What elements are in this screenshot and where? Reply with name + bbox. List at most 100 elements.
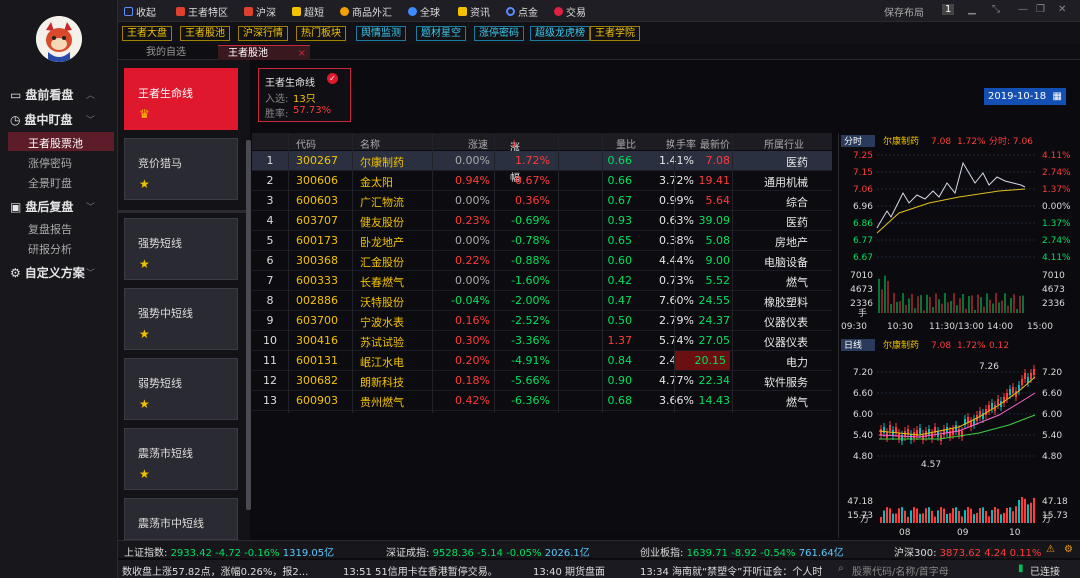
btn-theme-stars[interactable]: 题材星空 bbox=[416, 26, 466, 41]
layout-number[interactable]: 1 bbox=[942, 4, 955, 15]
cell-ind: 燃气 bbox=[786, 276, 808, 289]
gear-icon[interactable]: ⚙ bbox=[1064, 544, 1073, 555]
sz-index[interactable]: 深证成指: 9528.36 -5.14 -0.05% 2026.1亿 bbox=[386, 544, 590, 559]
tab-watchlist[interactable]: 我的自选 bbox=[136, 45, 196, 60]
cell-ind: 仪器仪表 bbox=[764, 316, 808, 329]
sidebar-item-panorama[interactable]: 全景盯盘 bbox=[28, 175, 72, 191]
table-row[interactable]: 1 300267 尔康制药 0.00% 1.72% 0.66 1.41% 7.08 医药 bbox=[252, 151, 832, 171]
vol-unit: 手 bbox=[858, 307, 867, 319]
menu-news[interactable]: 资讯 bbox=[458, 4, 490, 19]
minimize-all-icon[interactable]: ▁ bbox=[968, 4, 976, 15]
news-item[interactable]: 13:40 期货盘面 bbox=[533, 563, 605, 578]
stock-search-input[interactable]: 股票代码/名称/首字母 bbox=[852, 563, 949, 578]
card-strong-mid[interactable]: 强势中短线 ★ bbox=[124, 288, 238, 350]
chevron-down-icon: ﹀ bbox=[86, 203, 96, 213]
monitor-icon: ▭ bbox=[10, 87, 22, 102]
col-price[interactable]: 最新价 bbox=[700, 136, 730, 151]
table-row[interactable]: 10 300416 苏试试验 0.30% -3.36% 1.37 5.74% 27.05 仪器仪… bbox=[252, 331, 832, 351]
close-icon[interactable]: × bbox=[298, 46, 306, 61]
sidebar-item-intraday[interactable]: ◷ 盘中盯盘 ﹀ bbox=[10, 111, 95, 128]
cell-ind: 电力 bbox=[786, 356, 808, 369]
daily-price-tick: 6.00 bbox=[853, 410, 873, 420]
sidebar-item-preopen[interactable]: ▭ 盘前看盘 ︿ bbox=[10, 86, 95, 103]
btn-king-academy[interactable]: 王者学院 bbox=[590, 26, 640, 41]
trade-icon bbox=[554, 7, 563, 16]
restore-arrows-icon[interactable]: ⤡ bbox=[992, 4, 1000, 15]
date-picker[interactable]: 2019-10-18 ▦ bbox=[984, 88, 1066, 105]
candle-body bbox=[889, 425, 891, 431]
table-row[interactable]: 6 300368 汇金股份 0.22% -0.88% 0.60 4.44% 9.00 电脑设备 bbox=[252, 251, 832, 271]
btn-sentiment[interactable]: 舆情监测 bbox=[356, 26, 406, 41]
sidebar-item-review-report[interactable]: 复盘报告 bbox=[28, 221, 72, 237]
sh-index[interactable]: 上证指数: 2933.42 -4.72 -0.16% 1319.05亿 bbox=[124, 544, 334, 559]
close-icon[interactable]: ✕ bbox=[1058, 4, 1066, 15]
btn-dragon-tiger[interactable]: 超级龙虎榜 bbox=[530, 26, 590, 41]
card-lifeline[interactable]: 王者生命线 ♛ bbox=[124, 68, 238, 130]
btn-king-pool[interactable]: 王者股池 bbox=[180, 26, 230, 41]
table-row[interactable]: 8 002886 沃特股份 -0.04% -2.00% 0.47 7.60% 24.55 橡胶塑… bbox=[252, 291, 832, 311]
btn-hot-sectors[interactable]: 热门板块 bbox=[296, 26, 346, 41]
daily-vol-unit: 万 bbox=[860, 515, 869, 525]
btn-king-market[interactable]: 王者大盘 bbox=[122, 26, 172, 41]
tab-king-pool[interactable]: 王者股池 × bbox=[218, 45, 310, 60]
cell-vol: 0.66 bbox=[607, 174, 633, 187]
card-weak-short[interactable]: 弱势短线 ★ bbox=[124, 358, 238, 420]
card-range-short[interactable]: 震荡市短线 ★ bbox=[124, 428, 238, 490]
table-row[interactable]: 7 600333 长春燃气 0.00% -1.60% 0.42 0.73% 5.52 燃气 bbox=[252, 271, 832, 291]
card-range-mid[interactable]: 震荡市中短线 bbox=[124, 498, 238, 540]
table-row[interactable]: 11600131岷江水电0.20%-4.91%0.842.47%20.15电力 bbox=[252, 351, 832, 371]
table-row[interactable]: 12 300682 朗新科技 0.18% -5.66% 0.90 4.77% 22.34 软件服… bbox=[252, 371, 832, 391]
cell-name: 岷江水电 bbox=[360, 356, 404, 369]
sidebar-item-custom[interactable]: ⚙ 自定义方案 ﹀ bbox=[10, 264, 95, 281]
news-item[interactable]: 13:51 51信用卡在香港暂停交易。 bbox=[343, 563, 498, 578]
news-item[interactable]: 数收盘上涨57.82点，涨幅0.26%，报2... bbox=[122, 563, 308, 578]
minimize-icon[interactable]: — bbox=[1018, 4, 1028, 15]
table-row[interactable]: 3 600603 广汇物流 0.00% 0.36% 0.67 0.99% 5.64 综合 bbox=[252, 191, 832, 211]
minute-avg: 分时: 7.06 bbox=[989, 135, 1033, 147]
card-auction[interactable]: 竞价猎马 ★ bbox=[124, 138, 238, 200]
info-title: 王者生命线 bbox=[265, 78, 315, 89]
collapse-button[interactable]: 收起 bbox=[124, 4, 156, 19]
col-name[interactable]: 名称 bbox=[360, 136, 380, 151]
cell-speed: -0.04% bbox=[451, 294, 490, 307]
maximize-icon[interactable]: ❐ bbox=[1036, 4, 1045, 15]
col-turnover[interactable]: 换手率 bbox=[640, 136, 696, 151]
news-item[interactable]: 13:34 海南就“禁塑令”开听证会：个人时 bbox=[640, 563, 828, 578]
daily-price-tick: 5.40 bbox=[1042, 431, 1062, 441]
cell-code: 600131 bbox=[296, 354, 338, 367]
cell-num: 2 bbox=[266, 174, 274, 187]
save-layout-button[interactable]: 保存布局 bbox=[884, 4, 924, 19]
table-row[interactable]: 4 603707 健友股份 0.23% -0.69% 0.93 0.63% 39.09 医药 bbox=[252, 211, 832, 231]
sidebar-item-research[interactable]: 研报分析 bbox=[28, 241, 72, 257]
btn-hushen-quote[interactable]: 沪深行情 bbox=[238, 26, 288, 41]
col-industry[interactable]: 所属行业 bbox=[764, 136, 804, 151]
cards-scrollbar[interactable] bbox=[246, 140, 251, 510]
table-row[interactable]: 9 603700 宁波水表 0.16% -2.52% 0.50 2.79% 24.37 仪器仪表 bbox=[252, 311, 832, 331]
col-code[interactable]: 代码 bbox=[296, 136, 316, 151]
menu-global[interactable]: 全球 bbox=[408, 4, 440, 19]
chevron-down-icon: ﹀ bbox=[86, 116, 96, 126]
btn-limitup-code[interactable]: 涨停密码 bbox=[474, 26, 524, 41]
col-speed[interactable]: 涨速 bbox=[468, 136, 488, 151]
menu-hushen[interactable]: 沪深 bbox=[244, 4, 276, 19]
hs300-index[interactable]: 沪深300: 3873.62 4.24 0.11% bbox=[894, 544, 1041, 559]
sidebar-item-review[interactable]: ▣ 盘后复盘 ﹀ bbox=[10, 198, 95, 215]
cell-ind: 医药 bbox=[786, 156, 808, 169]
alert-icon[interactable]: ⚠ bbox=[1046, 544, 1055, 555]
candle-body bbox=[1009, 389, 1011, 395]
table-row[interactable]: 5 600173 卧龙地产 0.00% -0.78% 0.65 0.38% 5.08 房地产 bbox=[252, 231, 832, 251]
menu-commodity[interactable]: 商品外汇 bbox=[340, 4, 392, 19]
cell-price: 20.15 bbox=[674, 351, 730, 370]
col-volratio[interactable]: 量比 bbox=[616, 136, 636, 151]
menu-king-zone[interactable]: 王者特区 bbox=[176, 4, 228, 19]
sidebar-item-limitup-code[interactable]: 涨停密码 bbox=[28, 155, 72, 171]
table-row[interactable]: 2 300606 金太阳 0.94% 0.67% 0.66 3.72% 19.41 通用机械 bbox=[252, 171, 832, 191]
menu-dianjin[interactable]: 点金 bbox=[506, 4, 538, 19]
sidebar-item-king-pool[interactable]: 王者股票池 bbox=[28, 135, 83, 151]
card-strong-short[interactable]: 强势短线 ★ bbox=[124, 218, 238, 280]
table-row[interactable]: 13 600903 贵州燃气 0.42% -6.36% 0.68 3.66% 14.43 燃气 bbox=[252, 391, 832, 411]
menu-trade[interactable]: 交易 bbox=[554, 4, 586, 19]
menu-chaoduan[interactable]: 超短 bbox=[292, 4, 324, 19]
crown-icon: ♛ bbox=[139, 107, 150, 121]
cyb-index[interactable]: 创业板指: 1639.71 -8.92 -0.54% 761.64亿 bbox=[640, 544, 844, 559]
